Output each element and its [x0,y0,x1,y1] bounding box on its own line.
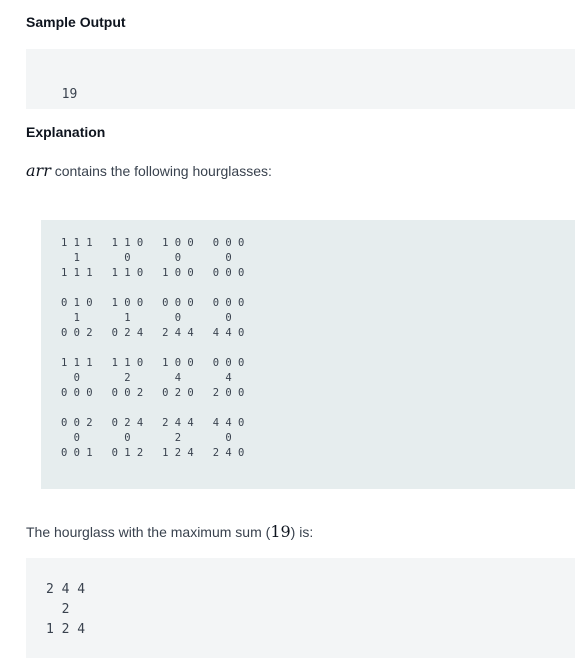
max-sum-sentence: The hourglass with the maximum sum (19) … [26,522,313,541]
sample-output-value: 19 [61,87,78,102]
hourglass-row: 1 1 1 1 1 0 1 0 0 0 0 0 [61,267,245,279]
max-sum-text-after: ) is: [290,524,314,540]
explanation-intro-text: contains the following hourglasses: [50,163,272,179]
explanation-heading: Explanation [26,124,106,140]
max-hourglass-row: 2 [46,602,70,617]
max-sum-text-before: The hourglass with the maximum sum ( [26,524,271,540]
hourglass-row: 1 1 1 1 1 0 1 0 0 0 0 0 [61,357,245,369]
sample-output-block: 19 [26,49,575,109]
hourglass-row: 0 0 1 0 1 2 1 2 4 2 4 0 [61,447,245,459]
hourglass-row: 1 0 0 0 [61,252,232,264]
hourglass-row: 1 1 1 1 1 0 1 0 0 0 0 0 [61,237,245,249]
hourglasses-block: 1 1 1 1 1 0 1 0 0 0 0 0 1 0 0 0 1 1 1 1 … [41,220,575,489]
hourglass-row: 0 0 2 0 2 4 2 4 4 4 4 0 [61,417,245,429]
explanation-intro: arr contains the following hourglasses: [26,161,272,180]
max-hourglass-block: 2 4 4 2 1 2 4 [26,558,575,658]
hourglass-row: 0 1 0 1 0 0 0 0 0 0 0 0 [61,297,245,309]
sample-output-heading: Sample Output [26,14,126,30]
max-hourglass-row: 1 2 4 [46,622,86,637]
hourglass-row: 0 0 0 0 0 2 0 2 0 2 0 0 [61,387,245,399]
hourglass-row: 0 2 4 4 [61,372,232,384]
arr-math: arr [26,161,51,180]
hourglass-row: 0 0 2 0 2 4 2 4 4 4 4 0 [61,327,245,339]
hourglass-row: 1 1 0 0 [61,312,232,324]
max-sum-value: 19 [270,522,291,541]
hourglass-row: 0 0 2 0 [61,432,232,444]
max-hourglass-row: 2 4 4 [46,582,86,597]
